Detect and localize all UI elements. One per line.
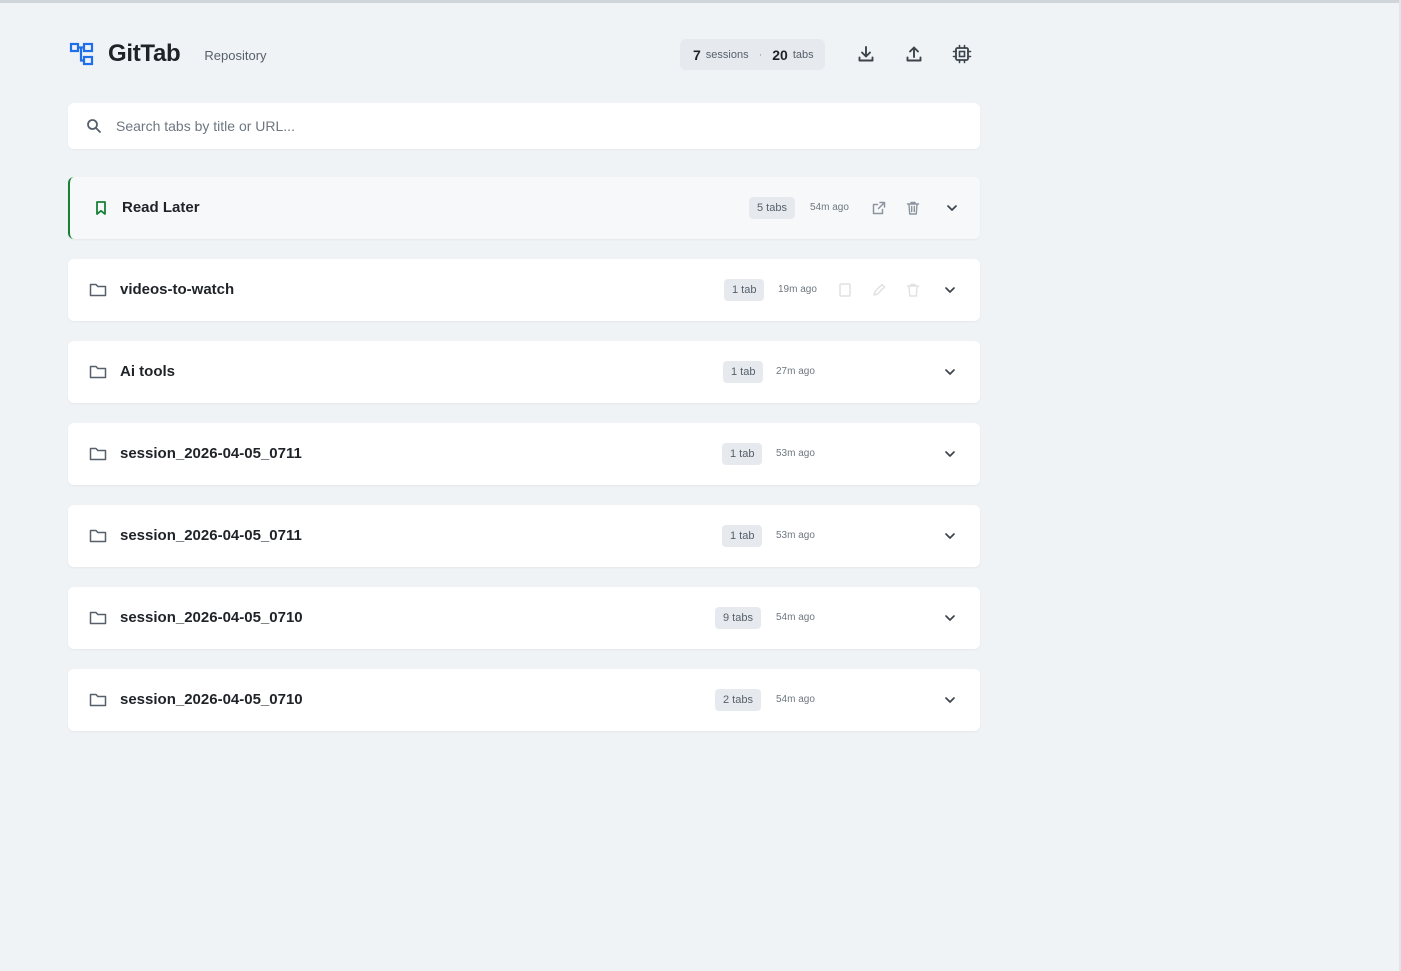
gittab-logo-icon bbox=[68, 40, 96, 68]
expand-session-button[interactable] bbox=[940, 444, 960, 464]
session-timestamp: 27m ago bbox=[776, 366, 815, 377]
bookmark-icon bbox=[91, 198, 111, 218]
trash-icon bbox=[906, 283, 920, 297]
session-card-session-0711-a[interactable]: session_2026-04-05_0711 1 tab 53m ago bbox=[68, 423, 980, 485]
expand-session-button[interactable] bbox=[942, 198, 962, 218]
session-timestamp: 19m ago bbox=[778, 284, 817, 295]
session-card-session-0711-b[interactable]: session_2026-04-05_0711 1 tab 53m ago bbox=[68, 505, 980, 567]
folder-icon bbox=[88, 526, 108, 546]
folder-icon bbox=[88, 608, 108, 628]
expand-session-button[interactable] bbox=[940, 280, 960, 300]
upload-button[interactable] bbox=[900, 40, 928, 68]
brand: GitTab Repository bbox=[68, 36, 267, 72]
session-name: session_2026-04-05_0711 bbox=[120, 527, 302, 544]
search-bar bbox=[68, 103, 980, 149]
expand-session-button[interactable] bbox=[940, 526, 960, 546]
session-card-ai-tools[interactable]: Ai tools 1 tab 27m ago bbox=[68, 341, 980, 403]
expand-session-button[interactable] bbox=[940, 690, 960, 710]
session-name: Ai tools bbox=[120, 363, 175, 380]
delete-session-button[interactable] bbox=[903, 198, 923, 218]
chevron-down-icon bbox=[945, 451, 955, 457]
chevron-down-icon bbox=[945, 287, 955, 293]
trash-icon bbox=[906, 201, 920, 215]
open-session-button[interactable] bbox=[869, 198, 889, 218]
tab-count-badge: 1 tab bbox=[722, 525, 763, 547]
window-top-border bbox=[0, 0, 1401, 3]
header: GitTab Repository 7 sessions · 20 tabs bbox=[68, 36, 980, 72]
search-icon bbox=[85, 117, 103, 135]
tab-count-badge: 1 tab bbox=[723, 361, 764, 383]
app-title: GitTab bbox=[108, 40, 181, 67]
session-card-videos-to-watch[interactable]: videos-to-watch 1 tab 19m ago bbox=[68, 259, 980, 321]
sessions-count: 7 bbox=[693, 46, 701, 63]
session-card-session-0710-a[interactable]: session_2026-04-05_0710 9 tabs 54m ago bbox=[68, 587, 980, 649]
session-card-read-later[interactable]: Read Later 5 tabs 54m ago bbox=[68, 177, 980, 239]
open-external-icon bbox=[872, 201, 886, 215]
folder-icon bbox=[88, 444, 108, 464]
expand-session-button[interactable] bbox=[940, 608, 960, 628]
app-subtitle: Repository bbox=[204, 48, 267, 63]
tab-count-badge: 9 tabs bbox=[715, 607, 761, 629]
sessions-label: sessions bbox=[705, 48, 749, 61]
folder-icon bbox=[88, 280, 108, 300]
session-timestamp: 53m ago bbox=[776, 530, 815, 541]
chevron-down-icon bbox=[945, 369, 955, 375]
tab-count-badge: 1 tab bbox=[724, 279, 765, 301]
folder-icon bbox=[88, 362, 108, 382]
session-name: session_2026-04-05_0710 bbox=[120, 609, 303, 626]
rename-session-button[interactable] bbox=[869, 280, 889, 300]
delete-session-button[interactable] bbox=[903, 280, 923, 300]
tab-count-badge: 1 tab bbox=[722, 443, 763, 465]
session-name: Read Later bbox=[122, 199, 200, 216]
chevron-down-icon bbox=[947, 205, 957, 211]
tab-count-badge: 5 tabs bbox=[749, 197, 795, 219]
download-button[interactable] bbox=[852, 40, 880, 68]
stats-separator: · bbox=[758, 48, 763, 61]
session-name: session_2026-04-05_0710 bbox=[120, 691, 303, 708]
chevron-down-icon bbox=[945, 697, 955, 703]
stats-summary: 7 sessions · 20 tabs bbox=[680, 39, 825, 70]
expand-session-button[interactable] bbox=[940, 362, 960, 382]
session-card-session-0710-b[interactable]: session_2026-04-05_0710 2 tabs 54m ago bbox=[68, 669, 980, 731]
session-timestamp: 54m ago bbox=[776, 612, 815, 623]
tab-count-badge: 2 tabs bbox=[715, 689, 761, 711]
tabs-count: 20 bbox=[772, 46, 788, 63]
session-name: videos-to-watch bbox=[120, 281, 235, 298]
settings-button[interactable] bbox=[948, 40, 976, 68]
download-icon bbox=[858, 46, 874, 62]
settings-chip-icon bbox=[952, 44, 972, 64]
session-timestamp: 53m ago bbox=[776, 448, 815, 459]
folder-icon bbox=[88, 690, 108, 710]
tabs-label: tabs bbox=[792, 48, 814, 61]
upload-icon bbox=[906, 46, 922, 62]
session-timestamp: 54m ago bbox=[776, 694, 815, 705]
chevron-down-icon bbox=[945, 615, 955, 621]
chevron-down-icon bbox=[945, 533, 955, 539]
file-icon bbox=[839, 283, 851, 297]
session-name: session_2026-04-05_0711 bbox=[120, 445, 302, 462]
pencil-icon bbox=[873, 283, 886, 296]
session-timestamp: 54m ago bbox=[810, 202, 849, 213]
save-session-button[interactable] bbox=[835, 280, 855, 300]
search-input[interactable] bbox=[116, 118, 936, 134]
